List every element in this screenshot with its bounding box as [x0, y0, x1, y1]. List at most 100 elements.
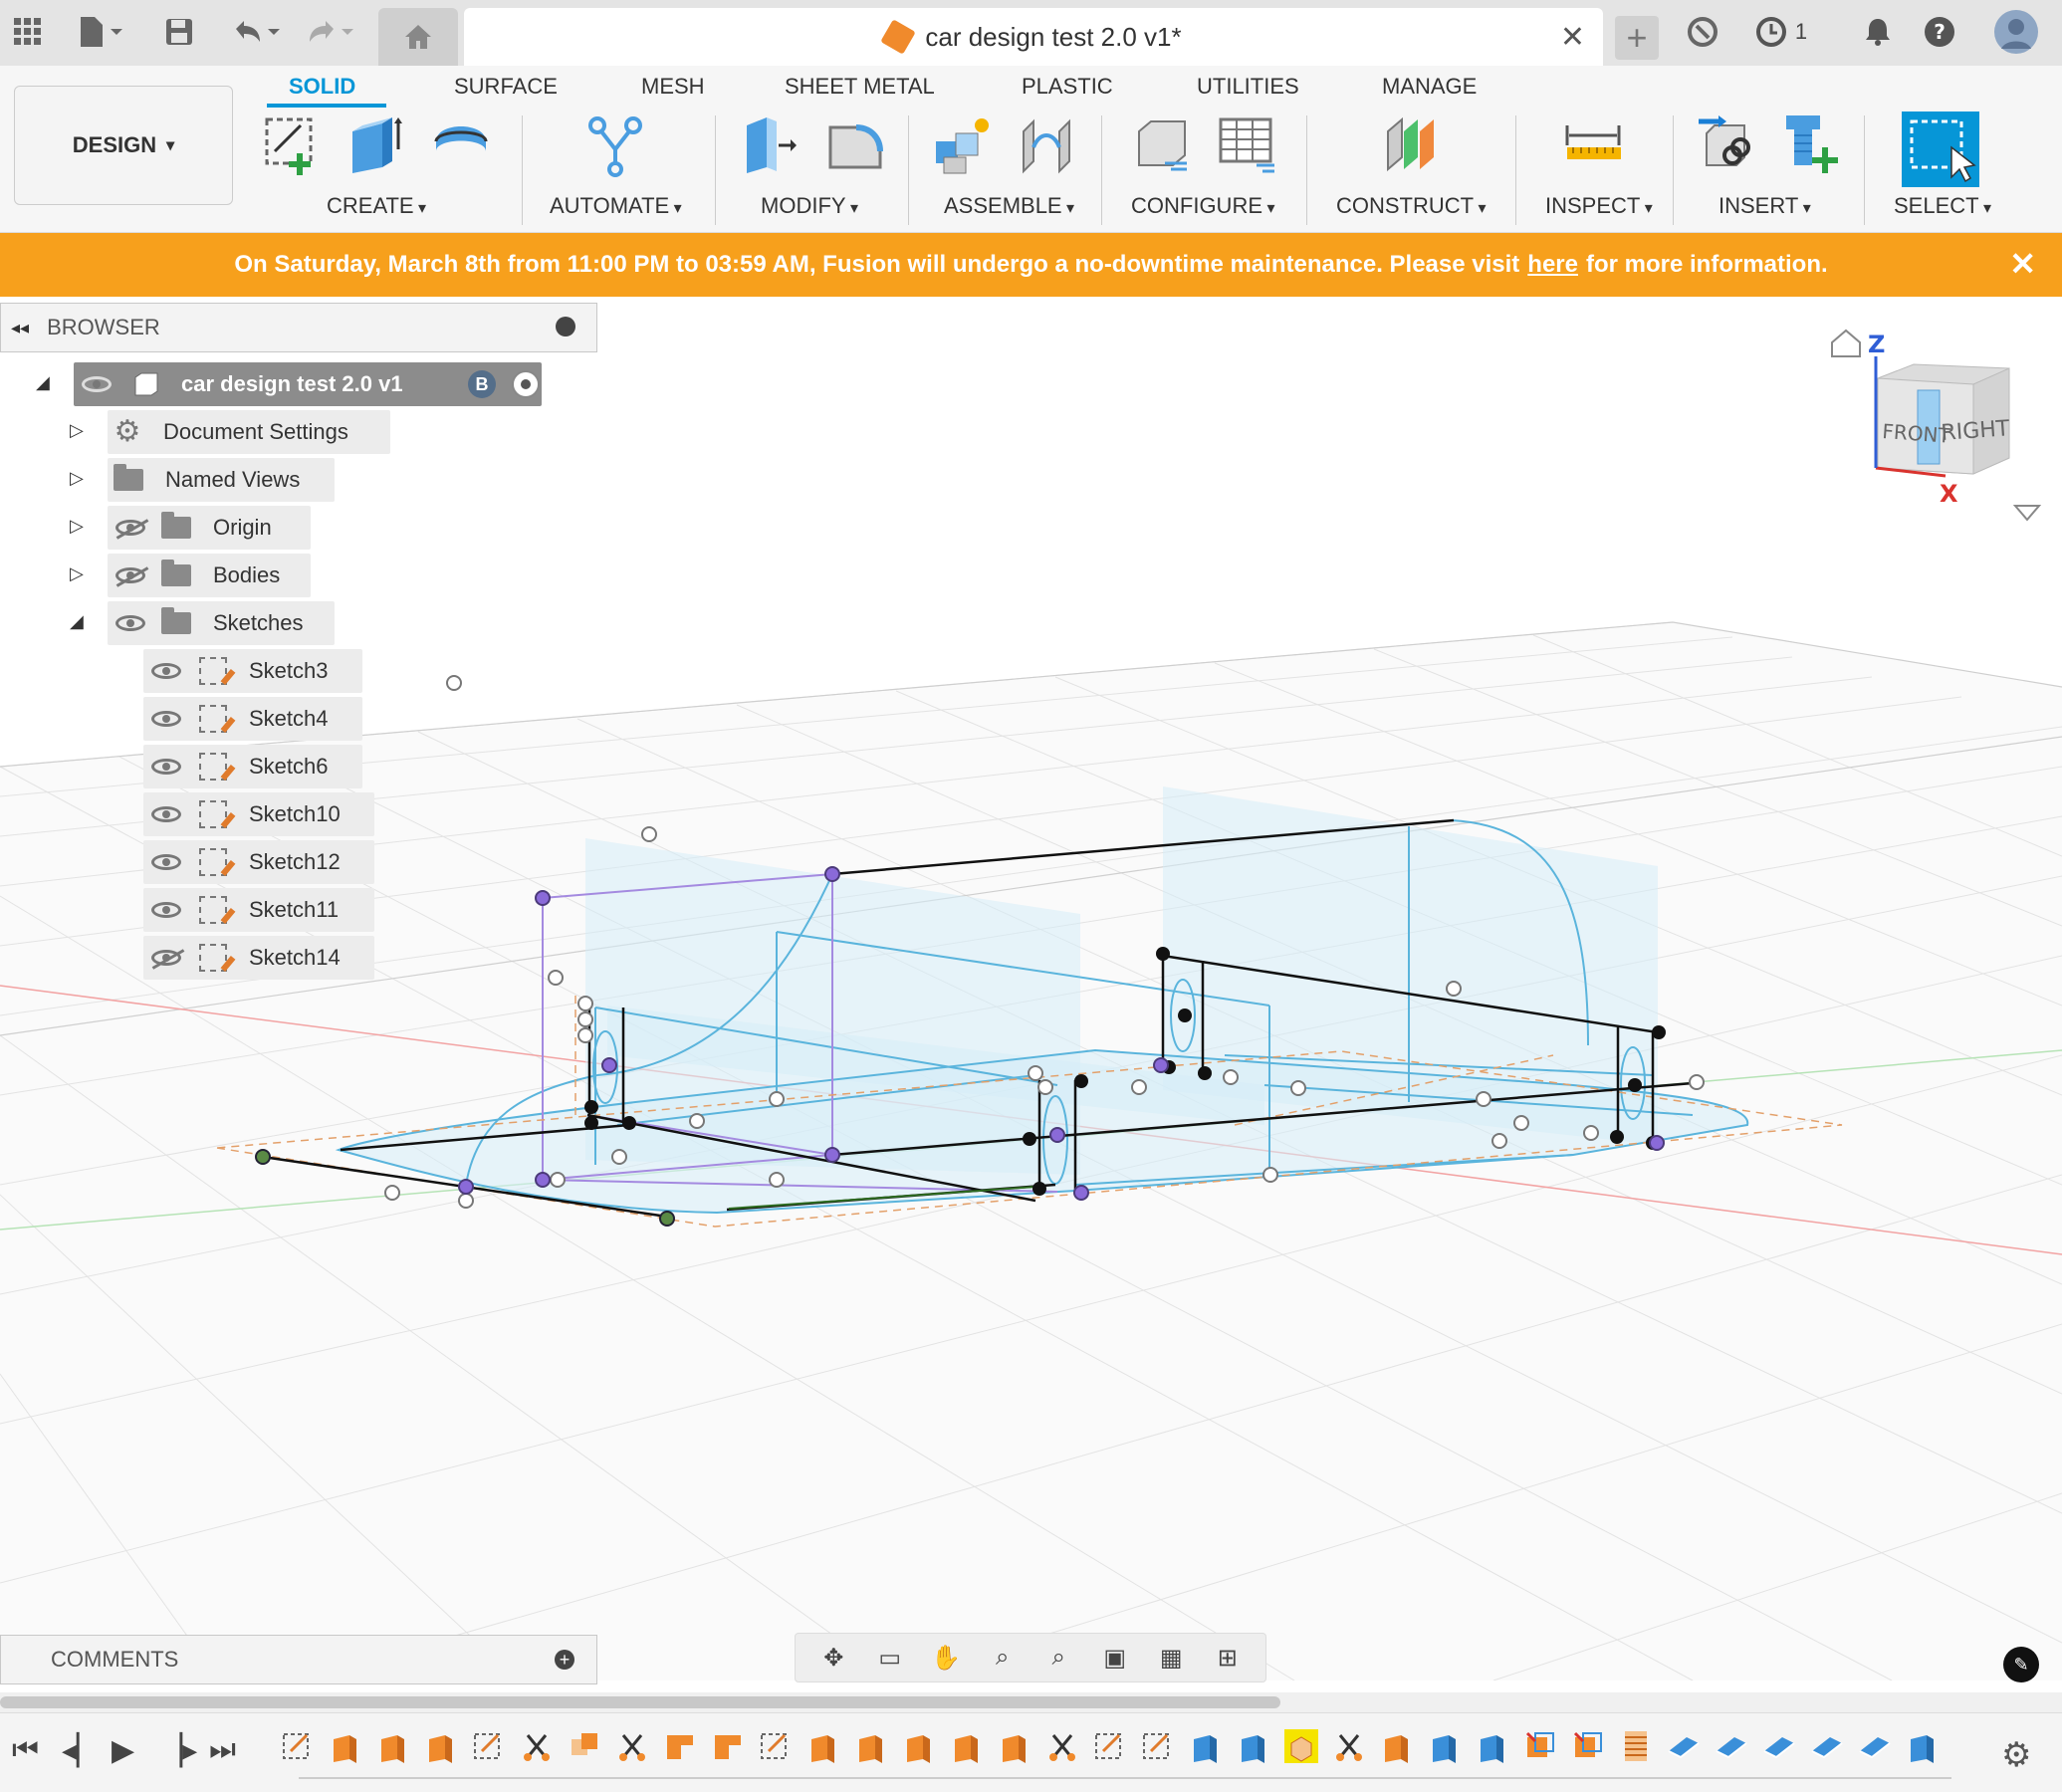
expand-arrow-icon[interactable]: ▷ — [70, 468, 84, 489]
banner-link[interactable]: here — [1527, 251, 1578, 279]
sketch-row-sketch11[interactable]: Sketch11 — [143, 888, 374, 932]
save-icon[interactable] — [159, 12, 199, 52]
home-tab[interactable] — [378, 8, 458, 66]
sketch-row-sketch14[interactable]: Sketch14 — [143, 936, 374, 980]
measure-icon[interactable] — [1563, 112, 1625, 181]
timeline-fillet-icon[interactable] — [663, 1729, 697, 1763]
visibility-eye-icon[interactable] — [151, 663, 181, 679]
group-insert[interactable]: INSERT — [1718, 193, 1811, 219]
timeline-extrude-icon[interactable] — [806, 1729, 840, 1763]
timeline-extrude-icon[interactable] — [902, 1729, 936, 1763]
timeline-box-icon[interactable] — [1428, 1729, 1462, 1763]
tab-plastic[interactable]: PLASTIC — [1022, 74, 1113, 100]
offset-plane-icon[interactable] — [1382, 112, 1444, 181]
zoom-icon[interactable]: ⌕ — [984, 1644, 1022, 1672]
tab-solid[interactable]: SOLID — [289, 74, 355, 100]
job-status-icon[interactable]: 1 — [1746, 12, 1816, 52]
sketch-row-sketch4[interactable]: Sketch4 — [143, 697, 362, 741]
visibility-eye-icon[interactable] — [82, 376, 112, 392]
add-comment-icon[interactable]: + — [555, 1650, 574, 1670]
group-configure[interactable]: CONFIGURE — [1131, 193, 1274, 219]
apps-grid-icon[interactable] — [8, 12, 48, 52]
timeline-extrude-icon[interactable] — [854, 1729, 888, 1763]
browser-item-sketches[interactable]: Sketches — [108, 601, 335, 645]
timeline-extrude-icon[interactable] — [329, 1729, 362, 1763]
close-tab-icon[interactable]: ✕ — [1560, 20, 1585, 55]
visibility-eye-icon[interactable] — [151, 711, 181, 727]
grid-settings-icon[interactable]: ▦ — [1152, 1644, 1190, 1673]
orbit-icon[interactable]: ✥ — [814, 1644, 852, 1673]
timeline-split-icon[interactable] — [1571, 1729, 1605, 1763]
timeline-sketch-icon[interactable] — [281, 1729, 315, 1763]
timeline-fillet-icon[interactable] — [711, 1729, 745, 1763]
play-icon[interactable]: ▶ — [112, 1733, 134, 1768]
browser-item-document-settings[interactable]: ⚙ Document Settings — [108, 410, 390, 454]
joint-icon[interactable] — [1016, 112, 1077, 181]
timeline-extrude-icon[interactable] — [950, 1729, 984, 1763]
timeline-extrude-icon[interactable] — [998, 1729, 1031, 1763]
timeline-plane-icon[interactable] — [1858, 1729, 1892, 1763]
insert-mcmaster-icon[interactable] — [1780, 112, 1842, 181]
new-component-icon[interactable] — [930, 112, 992, 181]
browser-item-named-views[interactable]: Named Views — [108, 458, 335, 502]
activate-radio[interactable] — [512, 370, 540, 398]
expand-arrow-icon[interactable]: ▷ — [70, 563, 84, 584]
configuration-table-icon[interactable] — [1217, 112, 1278, 181]
timeline-settings-gear-icon[interactable]: ⚙ — [2001, 1735, 2031, 1775]
viewports-icon[interactable]: ⊞ — [1209, 1644, 1247, 1673]
timeline-sketch-icon[interactable] — [472, 1729, 506, 1763]
configure-icon[interactable] — [1131, 112, 1193, 181]
sketch-row-sketch10[interactable]: Sketch10 — [143, 792, 374, 836]
timeline-extrude-icon[interactable] — [376, 1729, 410, 1763]
minimize-panel-icon[interactable] — [556, 317, 575, 336]
group-modify[interactable]: MODIFY — [761, 193, 858, 219]
new-tab-button[interactable]: + — [1615, 16, 1659, 60]
timeline-sketch-icon[interactable] — [1093, 1729, 1127, 1763]
visibility-eye-icon[interactable] — [151, 902, 181, 918]
step-back-icon[interactable]: ◂▏ — [62, 1733, 100, 1768]
scrollbar-thumb[interactable] — [0, 1696, 1280, 1708]
extrude-icon[interactable] — [344, 112, 406, 181]
timeline-cut-icon[interactable] — [615, 1729, 649, 1763]
feedback-icon[interactable]: ✎ — [2003, 1647, 2039, 1682]
timeline-sketch-icon[interactable] — [1141, 1729, 1175, 1763]
group-inspect[interactable]: INSPECT — [1545, 193, 1653, 219]
branch-badge[interactable]: B — [468, 370, 496, 398]
tab-sheet-metal[interactable]: SHEET METAL — [785, 74, 935, 100]
banner-close-icon[interactable]: ✕ — [2009, 245, 2036, 283]
timeline-sketch-icon[interactable] — [759, 1729, 793, 1763]
look-at-icon[interactable]: ▭ — [871, 1644, 909, 1673]
revolve-icon[interactable] — [430, 112, 492, 181]
sketch-canvas[interactable] — [0, 297, 2062, 1680]
timeline-cut-icon[interactable] — [1045, 1729, 1079, 1763]
visibility-hidden-icon[interactable] — [115, 520, 145, 536]
collapse-arrow-icon[interactable]: ◢ — [70, 611, 84, 632]
timeline-pattern-icon[interactable] — [1619, 1729, 1653, 1763]
group-assemble[interactable]: ASSEMBLE — [944, 193, 1074, 219]
go-to-end-icon[interactable]: ⏭ — [209, 1733, 236, 1767]
view-cube-home-icon[interactable] — [1831, 329, 1861, 357]
automate-icon[interactable] — [585, 112, 647, 181]
insert-derive-icon[interactable] — [1695, 112, 1756, 181]
comments-panel[interactable]: COMMENTS + — [0, 1635, 597, 1684]
fit-zoom-icon[interactable]: ⌕ — [1039, 1644, 1077, 1672]
visibility-eye-icon[interactable] — [115, 615, 145, 631]
redo-icon[interactable] — [301, 12, 360, 52]
workspace-switcher[interactable]: DESIGN ▾ — [14, 86, 233, 205]
display-settings-icon[interactable]: ▣ — [1096, 1644, 1134, 1673]
timeline-plane-icon[interactable] — [1667, 1729, 1701, 1763]
timeline-box-icon[interactable] — [1476, 1729, 1509, 1763]
timeline-box-icon[interactable] — [1189, 1729, 1223, 1763]
group-select[interactable]: SELECT — [1894, 193, 1991, 219]
tab-mesh[interactable]: MESH — [641, 74, 705, 100]
tab-manage[interactable]: MANAGE — [1382, 74, 1477, 100]
sketch-row-sketch6[interactable]: Sketch6 — [143, 745, 362, 788]
browser-item-origin[interactable]: Origin — [108, 506, 311, 550]
select-tool-button[interactable] — [1902, 112, 1979, 187]
timeline-extrude-icon[interactable] — [424, 1729, 458, 1763]
horizontal-scrollbar[interactable] — [0, 1692, 2062, 1712]
visibility-eye-icon[interactable] — [151, 854, 181, 870]
file-menu-icon[interactable] — [72, 12, 131, 52]
undo-icon[interactable] — [227, 12, 287, 52]
expand-arrow-icon[interactable]: ▷ — [70, 420, 84, 441]
